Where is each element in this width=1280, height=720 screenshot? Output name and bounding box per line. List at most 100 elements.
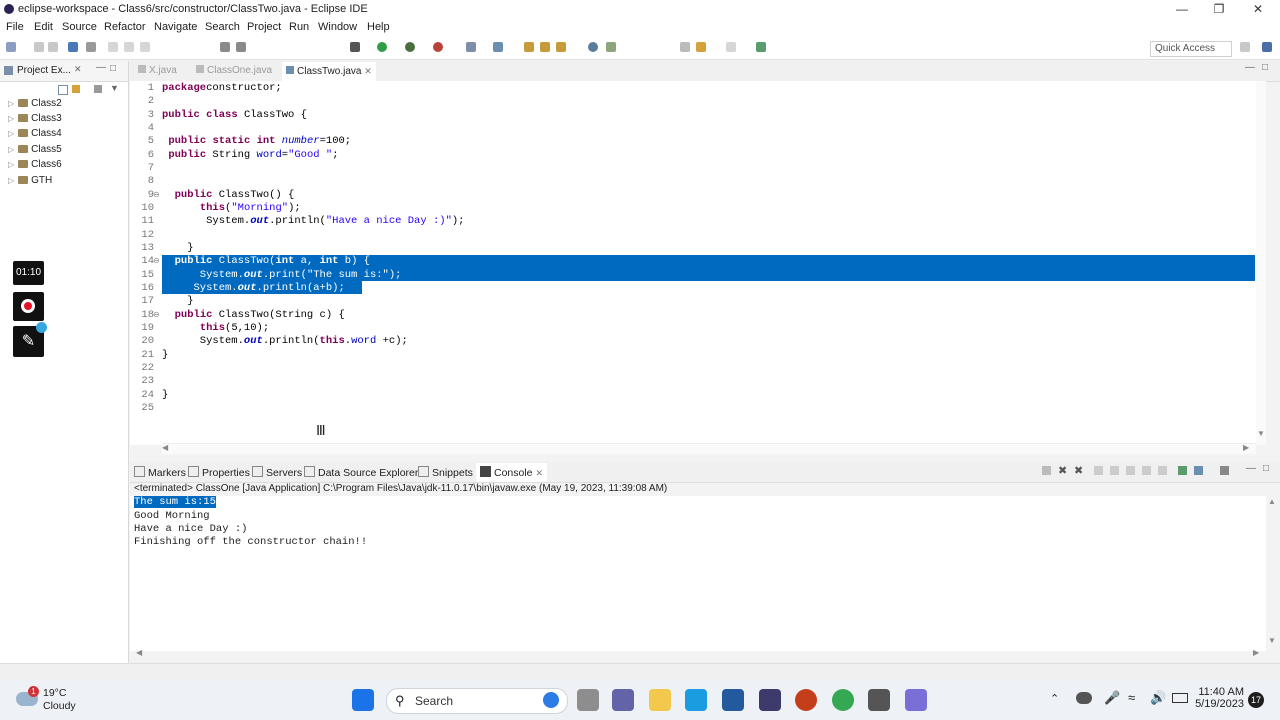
resume-icon[interactable] — [108, 42, 118, 52]
taskbar-clock[interactable]: 11:40 AM 5/19/2023 — [1190, 686, 1244, 710]
close-tab-icon[interactable]: ✕ — [364, 66, 372, 76]
close-tab-icon[interactable]: ✕ — [535, 468, 543, 478]
task-view-icon[interactable] — [577, 689, 599, 711]
tree-item-class2[interactable]: ▷ Class2 — [8, 98, 62, 109]
tab-data-source-explorer[interactable]: Data Source Explorer — [304, 466, 418, 479]
save-all-icon[interactable] — [48, 42, 58, 52]
java-perspective-icon[interactable] — [1262, 42, 1272, 52]
mysql-icon[interactable] — [685, 689, 707, 711]
skip-breakpoints-icon[interactable] — [86, 42, 96, 52]
menu-refactor[interactable]: Refactor — [104, 21, 146, 33]
tab-x-java[interactable]: X.java — [138, 65, 177, 76]
menu-source[interactable]: Source — [62, 21, 97, 33]
search-toolbar-icon[interactable] — [556, 42, 566, 52]
onedrive-icon[interactable] — [1076, 692, 1092, 704]
close-view-icon[interactable]: ✕ — [74, 64, 82, 75]
coverage-icon[interactable] — [405, 42, 415, 52]
console-scroll-up-icon[interactable]: ▲ — [1268, 497, 1276, 506]
volume-icon[interactable]: 🔊 — [1150, 690, 1166, 706]
new-class-icon[interactable] — [493, 42, 503, 52]
back-arrow-icon[interactable] — [696, 42, 706, 52]
microphone-icon[interactable]: 🎤 — [1104, 690, 1120, 706]
wifi-icon[interactable]: ≈ — [1128, 690, 1135, 705]
terminate-icon[interactable] — [140, 42, 150, 52]
tree-item-class3[interactable]: ▷ Class3 — [8, 113, 62, 124]
expand-arrow-icon[interactable]: ▷ — [8, 145, 14, 154]
maximize-icon[interactable]: ❐ — [1209, 2, 1229, 16]
web-browser-icon[interactable] — [588, 42, 598, 52]
menu-navigate[interactable]: Navigate — [154, 21, 197, 33]
taskbar-search[interactable]: ⚲ Search — [386, 688, 568, 714]
expand-arrow-icon[interactable]: ▷ — [8, 114, 14, 123]
eclipse-taskbar-icon[interactable] — [759, 689, 781, 711]
battery-icon[interactable] — [1172, 693, 1188, 703]
display-console-icon[interactable] — [1194, 466, 1203, 475]
notification-badge[interactable]: 17 — [1248, 692, 1264, 708]
expand-arrow-icon[interactable]: ▷ — [8, 129, 14, 138]
tab-servers[interactable]: Servers — [252, 466, 302, 479]
menu-project[interactable]: Project — [247, 21, 281, 33]
link-editor-icon[interactable] — [72, 85, 80, 93]
tree-item-class5[interactable]: ▷ Class5 — [8, 144, 62, 155]
open-type-icon[interactable] — [236, 42, 246, 52]
fold-icon[interactable]: ⊖ — [153, 310, 160, 319]
settings-icon[interactable] — [868, 689, 890, 711]
visual-studio-icon[interactable] — [722, 689, 744, 711]
menu-run[interactable]: Run — [289, 21, 309, 33]
console-scroll-right-icon[interactable]: ▶ — [1253, 648, 1259, 657]
console-output[interactable] — [130, 496, 1266, 651]
tab-markers[interactable]: Markers — [134, 466, 186, 479]
external-tools-icon[interactable] — [433, 42, 443, 52]
console-scroll-down-icon[interactable]: ▼ — [1268, 636, 1276, 645]
expand-arrow-icon[interactable]: ▷ — [8, 176, 14, 185]
menu-edit[interactable]: Edit — [34, 21, 53, 33]
teams-icon[interactable] — [612, 689, 634, 711]
minimize-view-icon[interactable]: — — [96, 62, 106, 73]
save-icon[interactable] — [34, 42, 44, 52]
collapse-all-icon[interactable] — [58, 85, 68, 95]
tab-classone-java[interactable]: ClassOne.java — [196, 65, 272, 76]
weather-temperature[interactable]: 19°C — [43, 687, 66, 699]
pin-editor-icon[interactable] — [756, 42, 766, 52]
minimize-icon[interactable]: — — [1172, 2, 1192, 16]
debug-icon[interactable] — [350, 42, 360, 52]
remove-launch-icon[interactable]: ✖ — [1058, 464, 1067, 477]
chrome-icon[interactable] — [832, 689, 854, 711]
tab-properties[interactable]: Properties — [188, 466, 250, 479]
minimize-editor-icon[interactable]: — — [1245, 62, 1255, 73]
tree-item-gth[interactable]: ▷ GTH — [8, 175, 52, 186]
show-stdout-icon[interactable] — [1142, 466, 1151, 475]
scroll-down-icon[interactable]: ▼ — [1257, 429, 1265, 438]
maximize-console-icon[interactable]: □ — [1263, 463, 1269, 474]
expand-arrow-icon[interactable]: ▷ — [8, 160, 14, 169]
fold-icon[interactable]: ⊖ — [153, 190, 160, 199]
filter-icon[interactable] — [94, 85, 102, 93]
word-wrap-icon[interactable] — [1126, 466, 1135, 475]
editor-vertical-scrollbar[interactable] — [1256, 81, 1266, 445]
recorder-app-icon[interactable] — [905, 689, 927, 711]
new-server-icon[interactable] — [466, 42, 476, 52]
tab-console[interactable]: Console ✕ — [476, 463, 547, 482]
menu-window[interactable]: Window — [318, 21, 357, 33]
editor-horizontal-scrollbar[interactable] — [162, 443, 1256, 454]
tree-item-class4[interactable]: ▷ Class4 — [8, 128, 62, 139]
annotation-icon[interactable] — [606, 42, 616, 52]
tab-snippets[interactable]: Snippets — [418, 466, 473, 479]
quick-access-input[interactable]: Quick Access — [1150, 41, 1232, 57]
terminal-icon[interactable] — [68, 42, 78, 52]
start-menu-icon[interactable] — [352, 689, 374, 711]
back-icon[interactable] — [680, 42, 690, 52]
view-menu-icon[interactable]: ▼ — [110, 83, 119, 93]
open-folder-icon[interactable] — [524, 42, 534, 52]
console-scroll-left-icon[interactable]: ◀ — [136, 648, 142, 657]
menu-file[interactable]: File — [6, 21, 24, 33]
menu-search[interactable]: Search — [205, 21, 240, 33]
new-icon[interactable] — [6, 42, 16, 52]
remove-all-icon[interactable]: ✖ — [1074, 464, 1083, 477]
maximize-editor-icon[interactable]: □ — [1262, 62, 1268, 73]
outline-icon[interactable] — [220, 42, 230, 52]
scroll-left-icon[interactable]: ◀ — [162, 443, 168, 452]
forward-icon[interactable] — [726, 42, 736, 52]
suspend-icon[interactable] — [124, 42, 134, 52]
pin-console-icon[interactable] — [1178, 466, 1187, 475]
